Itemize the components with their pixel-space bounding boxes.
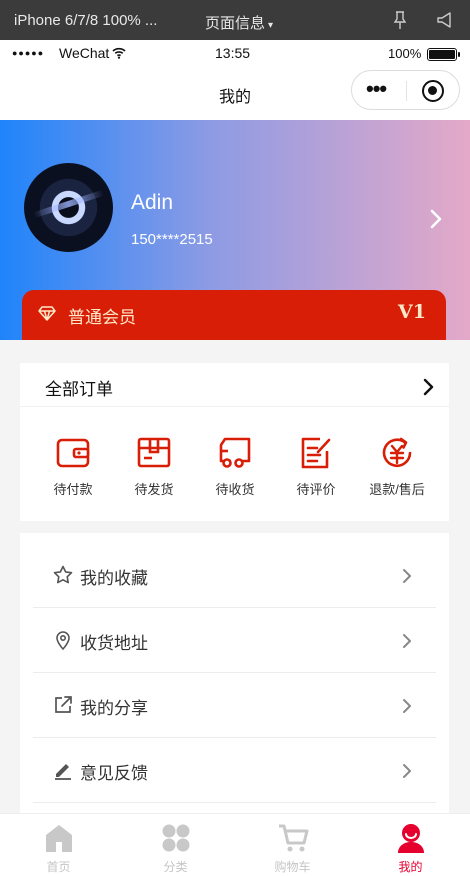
tab-label: 分类 [163, 860, 188, 874]
user-name: Adin [131, 191, 174, 214]
chevron-right-icon [403, 569, 411, 583]
menu-item-favorites[interactable]: 我的收藏 [33, 543, 436, 608]
page-info-menu[interactable]: 页面信息 ▾ [205, 12, 273, 33]
order-status-label: 待发货 [134, 482, 174, 497]
tab-home[interactable]: 首页 [0, 814, 117, 876]
order-pending-shipment[interactable]: 待发货 [114, 435, 194, 499]
chevron-right-icon[interactable] [426, 208, 446, 230]
pin-icon[interactable] [392, 10, 408, 30]
menu-item-label: 我的收藏 [80, 569, 148, 588]
all-orders-title: 全部订单 [45, 380, 113, 399]
order-pending-review[interactable]: 待评价 [276, 435, 356, 499]
chevron-right-icon [403, 764, 411, 778]
edit-review-icon [301, 437, 331, 469]
tab-bar: 首页 分类 购物车 我的 [0, 813, 470, 876]
volume-icon[interactable] [436, 10, 454, 30]
carrier-name: WeChat [59, 45, 110, 61]
profile-header[interactable]: Adin 150****2515 普通会员 V1 [0, 120, 470, 340]
capsule-divider [406, 81, 407, 101]
orders-card: 全部订单 待付款 待发货 待收货 待评价 退款/售后 [20, 363, 449, 521]
cart-icon [279, 824, 309, 852]
share-icon [55, 696, 72, 713]
all-orders-row[interactable]: 全部订单 [20, 363, 449, 407]
battery-icon [427, 48, 460, 61]
membership-banner[interactable]: 普通会员 V1 [22, 290, 446, 340]
tab-label: 购物车 [274, 860, 311, 874]
menu-item-label: 收货地址 [80, 634, 148, 653]
clock: 13:55 [215, 45, 251, 61]
menu-item-label: 意见反馈 [80, 764, 148, 783]
more-icon[interactable]: ••• [366, 78, 387, 100]
caret-down-icon: ▾ [268, 20, 274, 31]
tab-label: 首页 [46, 860, 71, 874]
page-info-label: 页面信息 [205, 15, 266, 32]
wifi-icon [112, 47, 126, 59]
pen-icon [55, 764, 71, 780]
star-icon [53, 565, 73, 584]
battery-percent: 100% [388, 46, 422, 61]
package-icon [137, 437, 171, 468]
membership-label: 普通会员 [68, 308, 136, 327]
settings-menu: 我的收藏 收货地址 我的分享 意见反馈 [20, 533, 449, 823]
order-status-label: 待评价 [296, 482, 336, 497]
user-icon [398, 824, 424, 853]
diamond-icon [38, 306, 56, 321]
close-miniprogram-icon[interactable] [422, 80, 444, 102]
tab-mine[interactable]: 我的 [352, 814, 469, 876]
order-status-label: 待收货 [215, 482, 255, 497]
chevron-right-icon [403, 634, 411, 648]
menu-item-label: 我的分享 [80, 699, 148, 718]
order-status-label: 退款/售后 [369, 482, 425, 497]
order-pending-receipt[interactable]: 待收货 [195, 435, 275, 499]
nav-bar: 我的 ••• [0, 68, 470, 120]
menu-item-share[interactable]: 我的分享 [33, 673, 436, 738]
wallet-icon [56, 438, 90, 468]
category-icon [162, 824, 190, 852]
refund-icon [382, 437, 412, 468]
mini-program-capsule: ••• [351, 70, 460, 110]
order-status-label: 待付款 [53, 482, 93, 497]
status-bar: ●●●●● WeChat 13:55 100% [0, 40, 470, 68]
order-pending-payment[interactable]: 待付款 [33, 435, 113, 499]
device-selector[interactable]: iPhone 6/7/8 100% ... [14, 12, 157, 29]
user-phone: 150****2515 [131, 231, 213, 248]
chevron-right-icon [423, 378, 434, 396]
membership-level: V1 [398, 301, 426, 323]
signal-icon: ●●●●● [12, 48, 45, 58]
devtools-bar: iPhone 6/7/8 100% ... 页面信息 ▾ [0, 0, 470, 40]
home-icon [46, 825, 72, 852]
truck-icon [219, 437, 251, 468]
chevron-right-icon [403, 699, 411, 713]
location-icon [56, 631, 70, 650]
menu-item-address[interactable]: 收货地址 [33, 608, 436, 673]
tab-category[interactable]: 分类 [117, 814, 234, 876]
menu-item-feedback[interactable]: 意见反馈 [33, 738, 436, 803]
tab-label: 我的 [398, 860, 423, 874]
tab-cart[interactable]: 购物车 [234, 814, 351, 876]
order-refund-aftersale[interactable]: 退款/售后 [357, 435, 437, 499]
avatar[interactable] [24, 163, 113, 252]
